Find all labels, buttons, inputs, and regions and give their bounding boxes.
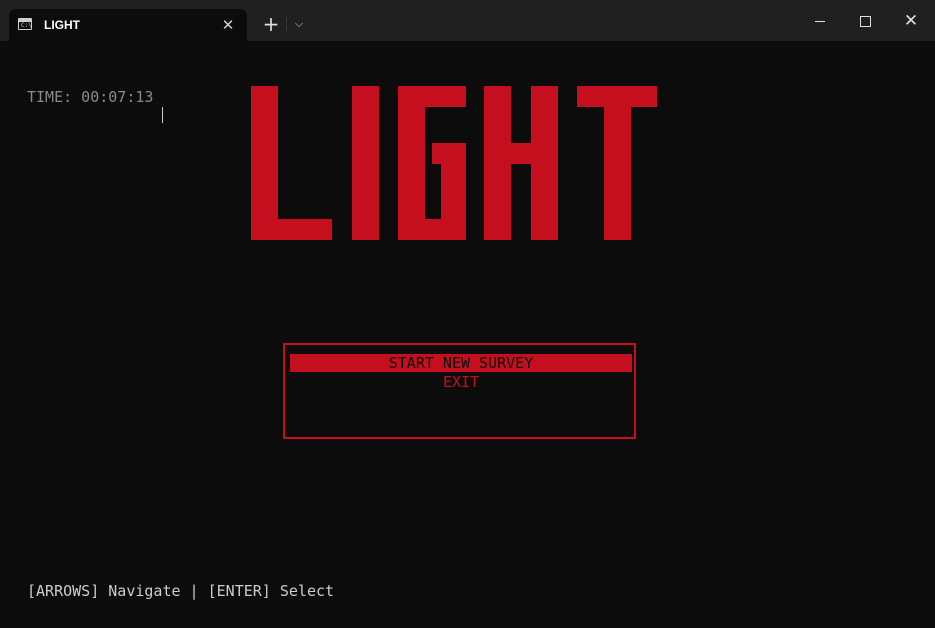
minimize-icon[interactable]	[806, 8, 834, 34]
tab-title: LIGHT	[44, 18, 80, 32]
logo-letter-g-left	[398, 86, 425, 240]
menu-item-start-new-survey[interactable]: START NEW SURVEY	[290, 354, 632, 372]
main-menu: START NEW SURVEY EXIT	[283, 343, 636, 439]
title-bar: C:\ LIGHT ✕ + ⌵ ✕	[0, 0, 935, 41]
new-tab-button[interactable]: +	[259, 12, 283, 36]
tab-light[interactable]: C:\ LIGHT ✕	[9, 9, 247, 41]
logo-letter-h-bar	[484, 143, 558, 164]
logo-letter-l-stem	[251, 86, 278, 240]
logo-letter-g-bar	[432, 143, 466, 164]
toolbar-divider	[286, 17, 287, 31]
text-cursor	[162, 107, 163, 123]
menu-item-exit[interactable]: EXIT	[290, 373, 632, 391]
controls-hint: [ARROWS] Navigate | [ENTER] Select	[27, 582, 335, 600]
close-tab-icon[interactable]: ✕	[218, 15, 238, 35]
logo-letter-l-base	[251, 219, 332, 240]
logo-letter-t-stem	[604, 86, 631, 240]
logo-letter-i	[352, 86, 379, 240]
time-readout: TIME: 00:07:13	[27, 88, 154, 106]
maximize-icon[interactable]	[851, 8, 879, 34]
chevron-down-icon[interactable]: ⌵	[289, 14, 309, 34]
terminal-icon: C:\	[18, 18, 32, 30]
close-window-icon[interactable]: ✕	[897, 8, 925, 34]
logo-letter-g-top	[398, 86, 466, 107]
